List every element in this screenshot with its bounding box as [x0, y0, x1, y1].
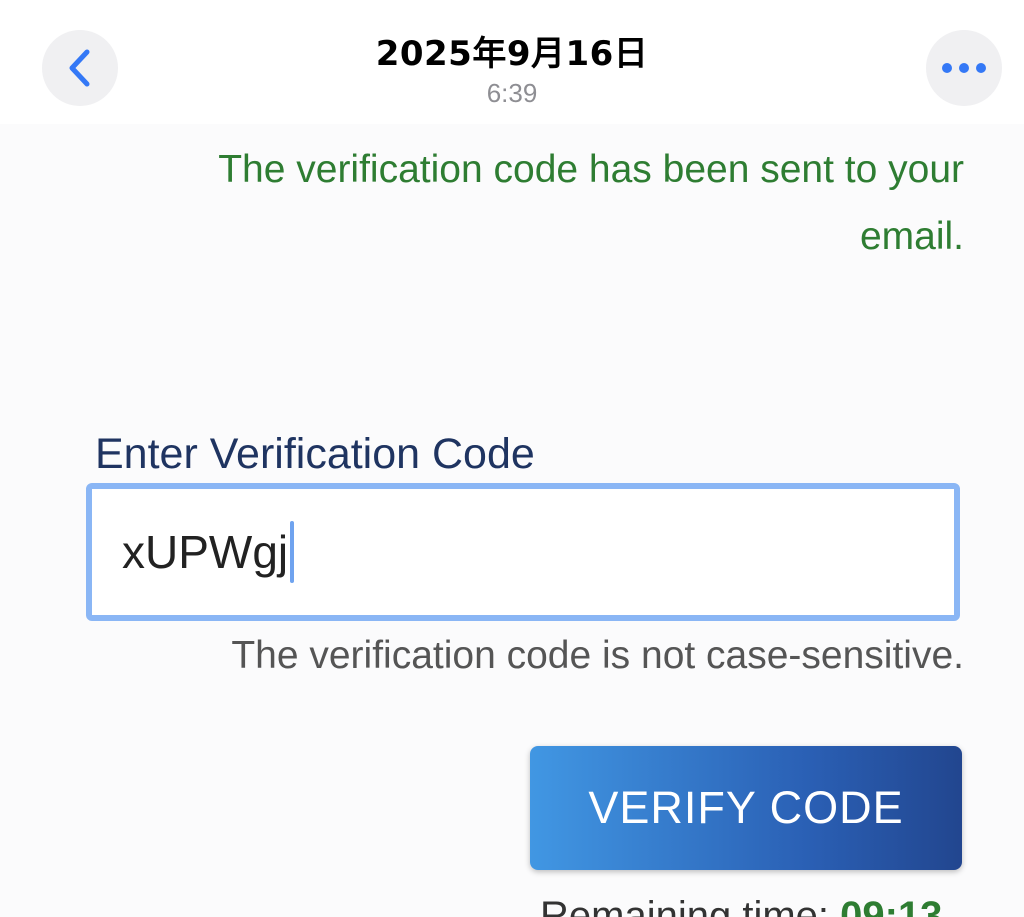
top-navigation-bar: 2025年9月16日 6:39 — [0, 0, 1024, 124]
ellipsis-icon — [942, 63, 986, 73]
code-sent-message: The verification code has been sent to y… — [218, 148, 964, 258]
remaining-time-row: Remaining time: 09:13 — [540, 894, 942, 917]
verification-code-value: xUPWgj — [122, 526, 289, 578]
case-sensitivity-hint: The verification code is not case-sensit… — [231, 634, 964, 677]
verification-page: 2025年9月16日 6:39 The verification code ha… — [0, 0, 1024, 917]
remaining-time-label: Remaining time — [540, 894, 818, 917]
page-title: 2025年9月16日 — [375, 34, 649, 74]
verification-code-label: Enter Verification Code — [95, 430, 535, 478]
more-options-button[interactable] — [926, 30, 1002, 106]
verify-code-button[interactable]: VERIFY CODE — [530, 746, 962, 870]
remaining-time-value: 09:13 — [840, 894, 943, 917]
page-subtitle-time: 6:39 — [486, 78, 538, 108]
text-cursor — [290, 521, 295, 583]
verification-code-input[interactable]: xUPWgj — [86, 483, 960, 621]
